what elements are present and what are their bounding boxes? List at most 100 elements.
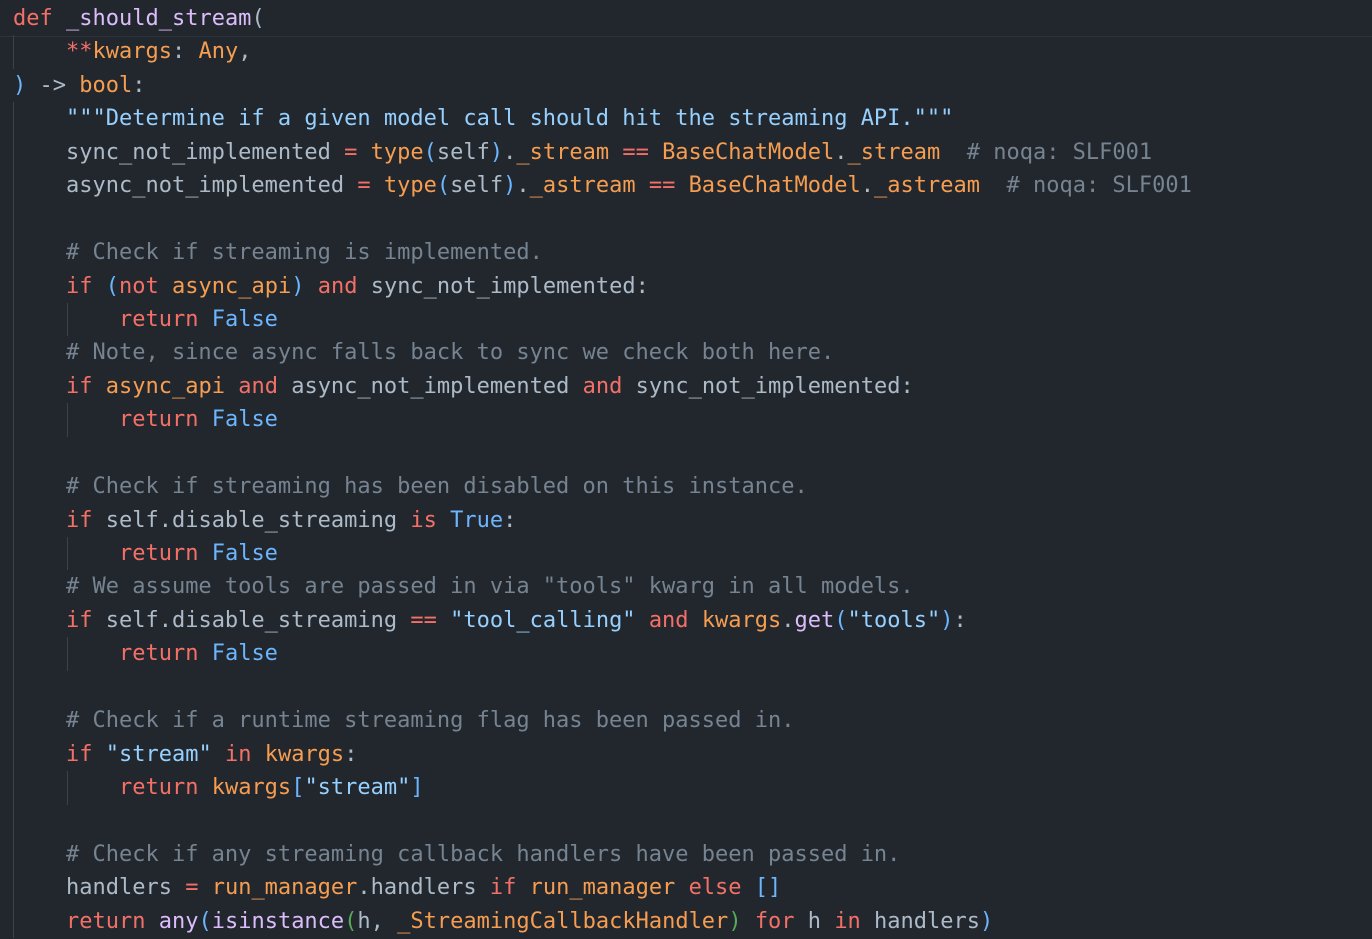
code-token: True [450,507,504,533]
code-token: self [450,173,504,199]
code-token: # noqa: SLF001 [1006,173,1192,199]
code-line[interactable]: if (not async_api) and sync_not_implemen… [0,269,1372,303]
code-token: else [688,875,742,901]
code-token: ) [728,908,742,934]
code-line[interactable]: if self.disable_streaming == "tool_calli… [0,603,1372,638]
code-token: return [118,541,199,566]
indent-guide [13,135,14,170]
code-token: : [344,741,358,767]
code-token: isinstance [211,908,345,934]
code-token: _StreamingCallbackHandler [397,908,729,934]
code-token: . [503,139,517,165]
code-line[interactable]: if self.disable_streaming is True: [0,503,1372,537]
code-token: h [794,908,835,934]
indent-guide [13,670,14,705]
code-token: [ [291,775,305,801]
code-token: "tools" [847,607,941,633]
code-token: run_manager [211,875,358,901]
indent-guide [13,369,14,404]
code-token: sync_not_implemented [65,139,331,165]
code-area[interactable]: def _should_stream( **kwargs: Any,) -> b… [0,2,1372,939]
code-token: "tool_calling" [450,607,636,633]
code-token: _should_stream [66,6,252,31]
code-line[interactable]: ) -> bool: [0,69,1372,102]
code-token: # We assume tools are passed in via "too… [65,574,914,600]
code-line[interactable]: # Check if any streaming callback handle… [0,837,1372,872]
code-token: == [609,139,663,165]
code-line[interactable]: return False [0,403,1372,437]
code-token: async_api [171,273,292,299]
indent-guide [13,637,14,671]
code-line[interactable]: **kwargs: Any, [0,35,1372,69]
code-token: ( [344,908,358,934]
code-token: ) [980,908,994,934]
code-line[interactable] [0,670,1372,705]
code-line[interactable] [0,202,1372,237]
code-token: ) [291,273,305,299]
code-token: False [211,541,278,566]
indent-guide [13,403,14,437]
code-token: # Check if a runtime streaming flag has … [65,708,795,734]
code-line[interactable]: async_not_implemented = type(self)._astr… [0,169,1372,203]
code-token: ) [940,607,954,633]
code-line[interactable]: return kwargs["stream"] [0,771,1372,805]
code-token: : [953,607,967,633]
code-line[interactable]: # Note, since async falls back to sync w… [0,336,1372,370]
code-line[interactable]: return any(isinstance(h, _StreamingCallb… [0,904,1372,939]
code-token: = [330,139,371,165]
code-line[interactable]: return False [0,302,1372,337]
indent-guide [13,570,14,604]
code-token: if [65,507,93,533]
code-token: in [224,741,252,767]
code-token: return [118,775,199,801]
code-token: not [118,273,159,299]
code-line[interactable]: if async_api and async_not_implemented a… [0,369,1372,404]
code-token: h, [357,908,398,934]
code-line[interactable]: handlers = run_manager.handlers if run_m… [0,871,1372,905]
code-token: ] [410,775,424,801]
code-line[interactable]: def _should_stream( [0,2,1372,35]
code-line[interactable]: """Determine if a given model call shoul… [0,102,1372,136]
code-line[interactable]: sync_not_implemented = type(self)._strea… [0,135,1372,170]
code-token: sync_not_implemented: [357,273,649,299]
code-token: # noqa: SLF001 [966,139,1153,165]
indent-guide [13,336,14,370]
code-line[interactable]: if "stream" in kwargs: [0,737,1372,772]
code-token: # Check if any streaming callback handle… [65,841,901,867]
indent-guide [13,202,14,237]
code-line[interactable] [0,804,1372,838]
code-token: if [65,741,93,767]
code-token: : [503,507,517,533]
code-editor[interactable]: def _should_stream( **kwargs: Any,) -> b… [0,0,1372,939]
code-token: self [436,139,490,165]
code-line[interactable]: # Check if streaming is implemented. [0,236,1372,270]
code-token: get [794,607,835,633]
code-line[interactable]: return False [0,537,1372,571]
code-line[interactable] [0,436,1372,471]
indent-guide [13,837,14,872]
code-token: self.disable_streaming [92,507,411,533]
code-token: _stream [847,139,941,165]
code-line[interactable]: # We assume tools are passed in via "too… [0,570,1372,604]
code-line[interactable]: return False [0,637,1372,671]
code-line[interactable]: # Check if streaming has been disabled o… [0,470,1372,504]
code-line[interactable]: # Check if a runtime streaming flag has … [0,704,1372,738]
